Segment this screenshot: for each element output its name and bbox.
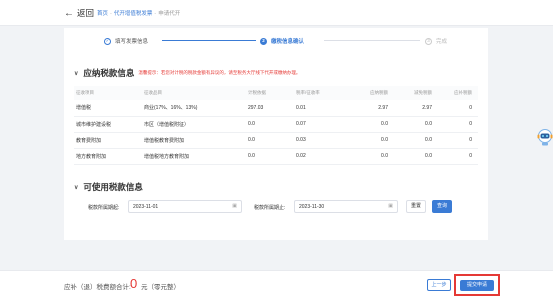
table-cell: 0: [438, 100, 478, 117]
back-label: 返回: [77, 8, 95, 18]
table-cell: 市区（增值税附征）: [142, 116, 246, 133]
assistant-robot-icon[interactable]: [537, 128, 553, 146]
total-value: 0: [130, 276, 138, 291]
chevron-down-icon: ∨: [74, 70, 79, 77]
table-cell: 2.97: [344, 100, 394, 117]
end-date-label: 税款所属期止:: [254, 205, 286, 211]
main-panel: ✓ 填写发票信息 2 缴税信息确认 3 完成 ∨ 应纳税款信息 温馨提示：若您对…: [64, 28, 488, 240]
table-cell: 0.0: [246, 132, 294, 149]
tax-payable-title: 应纳税款信息: [83, 68, 135, 78]
end-date-value: 2023-11-30: [299, 204, 325, 210]
step-2: 2 缴税信息确认: [260, 37, 304, 45]
submit-highlight-box: 提交申请: [454, 274, 500, 296]
breadcrumb-current: 申请代开: [158, 11, 181, 17]
end-date-input[interactable]: 2023-11-30 ▣: [294, 200, 398, 213]
tax-table: 征收项目 征收品目 计税依据 税率/征收率 应纳税额 减免税额 应补税额 增值税…: [74, 86, 478, 165]
submit-application-button[interactable]: 提交申请: [460, 280, 494, 291]
table-row: 增值税 商业(17%、16%、13%) 297.03 0.01 2.97 2.9…: [74, 100, 478, 117]
table-cell: 0: [438, 116, 478, 133]
table-cell: 0.02: [294, 148, 344, 165]
col-header: 计税依据: [246, 86, 294, 100]
step-1-check-icon: ✓: [104, 37, 111, 45]
step-connector-1: [162, 40, 256, 41]
step-3-number: 3: [425, 37, 432, 45]
step-3: 3 完成: [425, 37, 447, 45]
query-button[interactable]: 查询: [432, 200, 452, 213]
previous-step-button[interactable]: 上一步: [427, 279, 451, 291]
table-cell: 增值税: [74, 100, 142, 117]
table-cell: 0.0: [394, 132, 438, 149]
back-arrow-icon: ←: [64, 8, 74, 19]
table-cell: 0.0: [246, 148, 294, 165]
start-date-value: 2023-11-01: [133, 204, 159, 210]
col-header: 应补税额: [438, 86, 478, 100]
table-cell: 0.0: [394, 116, 438, 133]
table-cell: 0.01: [294, 100, 344, 117]
table-cell: 增值税地方教育附加: [142, 148, 246, 165]
col-header: 减免税额: [394, 86, 438, 100]
table-header-row: 征收项目 征收品目 计税依据 税率/征收率 应纳税额 减免税额 应补税额: [74, 86, 478, 100]
table-cell: 增值税教育费附加: [142, 132, 246, 149]
table-cell: 0.07: [294, 116, 344, 133]
table-cell: 教育费附加: [74, 132, 142, 149]
chevron-down-icon: ∨: [74, 184, 79, 191]
total-unit: 元（零元整）: [141, 284, 180, 291]
table-cell: 0: [438, 148, 478, 165]
start-date-input[interactable]: 2023-11-01 ▣: [128, 200, 242, 213]
table-cell: 0.0: [394, 148, 438, 165]
table-cell: 0.0: [344, 116, 394, 133]
calendar-icon: ▣: [388, 203, 393, 209]
tax-payable-section-header[interactable]: ∨ 应纳税款信息 温馨提示：若您对计税的税款金额有异议的，请至税务大厅线下代开或…: [74, 67, 300, 79]
step-connector-2: [324, 40, 420, 41]
reset-button[interactable]: 重置: [406, 200, 426, 213]
step-1-label: 填写发票信息: [115, 39, 149, 45]
table-cell: 商业(17%、16%、13%): [142, 100, 246, 117]
start-date-label: 税款所属期起:: [88, 205, 120, 211]
total-label: 应补（退）税费额合计:: [64, 284, 131, 291]
warning-notice: 温馨提示：若您对计税的税款金额有异议的，请至税务大厅线下代开或缴纳办理。: [138, 70, 301, 75]
table-row: 地方教育附加 增值税地方教育附加 0.0 0.02 0.0 0.0 0: [74, 148, 478, 165]
top-bar: ← 返回 首页 - 代开增值税发票 - 申请代开: [0, 0, 553, 26]
table-row: 教育费附加 增值税教育费附加 0.0 0.03 0.0 0.0 0: [74, 132, 478, 149]
col-header: 征收品目: [142, 86, 246, 100]
breadcrumb: 首页 - 代开增值税发票 - 申请代开: [97, 11, 181, 17]
step-3-label: 完成: [436, 39, 448, 45]
breadcrumb-home[interactable]: 首页: [97, 11, 108, 17]
table-cell: 城市维护建设税: [74, 116, 142, 133]
table-cell: 2.97: [394, 100, 438, 117]
col-header: 应纳税额: [344, 86, 394, 100]
table-cell: 0.0: [344, 148, 394, 165]
col-header: 税率/征收率: [294, 86, 344, 100]
breadcrumb-invoice[interactable]: 代开增值税发票: [114, 11, 153, 17]
step-2-label: 缴税信息确认: [271, 39, 305, 45]
table-cell: 地方教育附加: [74, 148, 142, 165]
table-cell: 297.03: [246, 100, 294, 117]
available-tax-title: 可使用税款信息: [83, 182, 143, 192]
step-2-number: 2: [260, 37, 267, 45]
calendar-icon: ▣: [232, 203, 237, 209]
col-header: 征收项目: [74, 86, 142, 100]
table-cell: 0.03: [294, 132, 344, 149]
table-cell: 0: [438, 132, 478, 149]
available-tax-section-header[interactable]: ∨ 可使用税款信息: [74, 181, 143, 193]
bottom-bar: 应补（退）税费额合计: 0 元（零元整） 上一步 提交申请: [0, 270, 553, 297]
step-1: ✓ 填写发票信息: [104, 37, 148, 45]
back-button[interactable]: ← 返回: [64, 7, 94, 19]
table-cell: 0.0: [246, 116, 294, 133]
table-cell: 0.0: [344, 132, 394, 149]
table-row: 城市维护建设税 市区（增值税附征） 0.0 0.07 0.0 0.0 0: [74, 116, 478, 133]
step-indicator: ✓ 填写发票信息 2 缴税信息确认 3 完成: [64, 28, 488, 54]
date-filter: 税款所属期起: 2023-11-01 ▣ 税款所属期止: 2023-11-30 …: [88, 200, 468, 214]
